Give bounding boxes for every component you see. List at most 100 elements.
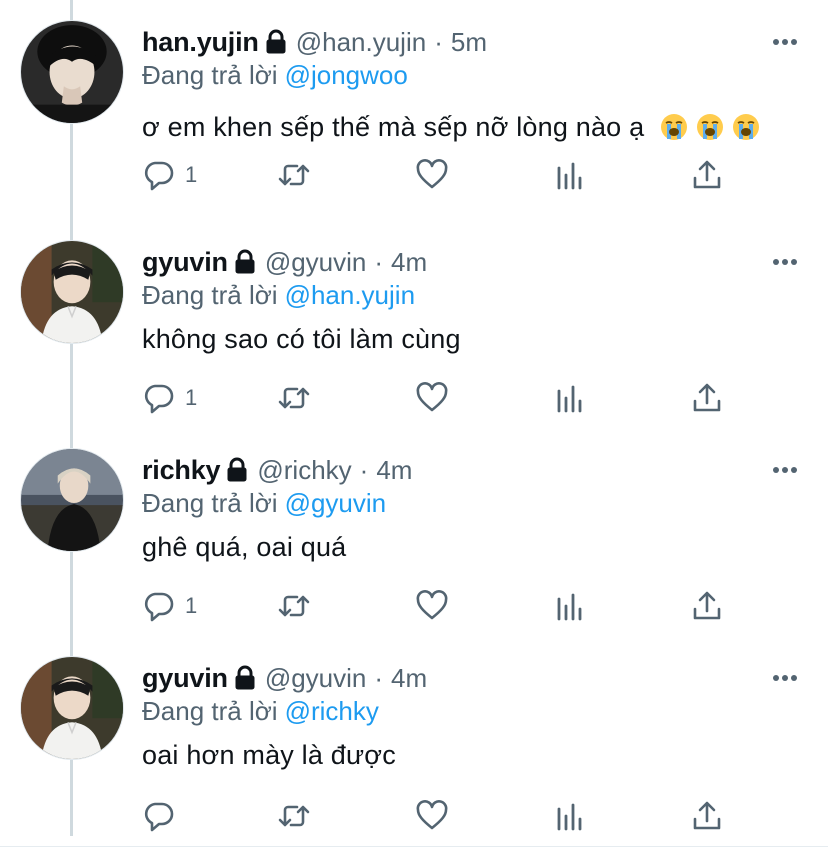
retweet-button[interactable] xyxy=(277,378,311,418)
tweet-header: gyuvin @gyuvin · 4m xyxy=(142,661,427,695)
display-name[interactable]: gyuvin xyxy=(142,663,228,694)
replying-to-label: Đang trả lời xyxy=(142,280,278,310)
replying-to: Đang trả lời @han.yujin xyxy=(142,280,415,311)
replying-to-label: Đang trả lời xyxy=(142,488,278,518)
tweet-richky[interactable]: richky @richky · 4m Đang trả lời @gyuvin … xyxy=(0,428,828,636)
more-options-icon[interactable] xyxy=(772,674,798,682)
handle[interactable]: @gyuvin xyxy=(265,663,367,694)
heart-icon xyxy=(416,590,448,620)
tweet-text: oai hơn mày là được xyxy=(142,740,396,771)
timestamp[interactable]: 4m xyxy=(376,455,412,486)
lock-icon xyxy=(227,457,247,482)
views-button[interactable] xyxy=(553,586,587,626)
views-button[interactable] xyxy=(553,378,587,418)
handle[interactable]: @han.yujin xyxy=(296,27,426,58)
share-button[interactable] xyxy=(690,155,724,195)
share-button[interactable] xyxy=(690,378,724,418)
tweet-gyuvin[interactable]: gyuvin @gyuvin · 4m Đang trả lời @han.yuj… xyxy=(0,220,828,428)
share-button[interactable] xyxy=(690,586,724,626)
mention-link[interactable]: @gyuvin xyxy=(285,488,387,518)
tweet-text-content: ơ em khen sếp thế mà sếp nỡ lòng nào ạ xyxy=(142,112,645,142)
replying-to: Đang trả lời @richky xyxy=(142,696,379,727)
tweet-text: không sao có tôi làm cùng xyxy=(142,324,461,355)
tweet-han-yujin[interactable]: han.yujin @han.yujin · 5m Đang trả lời @j… xyxy=(0,0,828,208)
action-bar: 1 xyxy=(142,586,742,626)
retweet-button[interactable] xyxy=(277,155,311,195)
display-name[interactable]: han.yujin xyxy=(142,27,259,58)
action-bar xyxy=(142,796,742,836)
replying-to-label: Đang trả lời xyxy=(142,696,278,726)
tweet-header: han.yujin @han.yujin · 5m xyxy=(142,25,487,59)
retweet-button[interactable] xyxy=(277,796,311,836)
retweet-icon xyxy=(278,805,310,827)
share-icon xyxy=(693,383,721,412)
timestamp[interactable]: 5m xyxy=(451,27,487,58)
reply-button[interactable]: 1 xyxy=(142,155,197,195)
mention-link[interactable]: @jongwoo xyxy=(285,60,408,90)
retweet-button[interactable] xyxy=(277,586,311,626)
avatar[interactable] xyxy=(20,656,124,760)
reply-count: 1 xyxy=(185,385,198,410)
tweet-gyuvin-2[interactable]: gyuvin @gyuvin · 4m Đang trả lời @richky … xyxy=(0,636,828,844)
loudly-crying-face-icon xyxy=(733,114,760,140)
share-icon xyxy=(693,591,721,620)
avatar-image xyxy=(21,449,123,551)
views-button[interactable] xyxy=(553,155,587,195)
heart-icon xyxy=(416,800,448,830)
display-name[interactable]: richky xyxy=(142,455,221,486)
timestamp[interactable]: 4m xyxy=(391,247,427,278)
replying-to: Đang trả lời @jongwoo xyxy=(142,60,408,91)
reply-icon xyxy=(144,161,174,191)
tweet-header: richky @richky · 4m xyxy=(142,453,412,487)
like-button[interactable] xyxy=(415,796,449,836)
heart-icon xyxy=(416,159,448,189)
tweet-text-content: ghê quá, oai quá xyxy=(142,532,347,562)
analytics-icon xyxy=(557,162,582,190)
tweet-header: gyuvin @gyuvin · 4m xyxy=(142,245,427,279)
tweet-text-content: oai hơn mày là được xyxy=(142,740,396,770)
avatar[interactable] xyxy=(20,20,124,124)
reply-button[interactable] xyxy=(142,796,185,836)
more-options-icon[interactable] xyxy=(772,466,798,474)
like-button[interactable] xyxy=(415,155,449,195)
retweet-icon xyxy=(278,595,310,617)
share-icon xyxy=(693,160,721,189)
avatar-image xyxy=(21,657,123,759)
views-button[interactable] xyxy=(553,796,587,836)
like-button[interactable] xyxy=(415,586,449,626)
action-bar: 1 xyxy=(142,155,742,195)
avatar-image xyxy=(21,21,123,123)
mention-link[interactable]: @richky xyxy=(285,696,379,726)
more-options-icon[interactable] xyxy=(772,258,798,266)
tweet-text: ơ em khen sếp thế mà sếp nỡ lòng nào ạ xyxy=(142,112,760,143)
reply-button[interactable]: 1 xyxy=(142,586,197,626)
reply-icon xyxy=(144,592,174,622)
analytics-icon xyxy=(557,593,582,621)
replying-to-label: Đang trả lời xyxy=(142,60,278,90)
more-options-icon[interactable] xyxy=(772,38,798,46)
analytics-icon xyxy=(557,385,582,413)
reply-icon xyxy=(144,384,174,414)
avatar[interactable] xyxy=(20,240,124,344)
tweet-text: ghê quá, oai quá xyxy=(142,532,346,563)
replying-to: Đang trả lời @gyuvin xyxy=(142,488,386,519)
mention-link[interactable]: @han.yujin xyxy=(285,280,415,310)
reply-count: 1 xyxy=(185,162,198,187)
timestamp[interactable]: 4m xyxy=(391,663,427,694)
handle[interactable]: @richky xyxy=(257,455,351,486)
lock-icon xyxy=(235,249,255,274)
handle[interactable]: @gyuvin xyxy=(265,247,367,278)
retweet-icon xyxy=(278,164,310,186)
reply-button[interactable]: 1 xyxy=(142,378,197,418)
heart-icon xyxy=(416,382,448,412)
avatar-image xyxy=(21,241,123,343)
tweet-text-content: không sao có tôi làm cùng xyxy=(142,324,461,354)
separator-dot: · xyxy=(359,454,369,485)
like-button[interactable] xyxy=(415,378,449,418)
separator-dot: · xyxy=(374,662,384,693)
avatar[interactable] xyxy=(20,448,124,552)
display-name[interactable]: gyuvin xyxy=(142,247,228,278)
share-button[interactable] xyxy=(690,796,724,836)
action-bar: 1 xyxy=(142,378,742,418)
separator-dot: · xyxy=(434,26,443,57)
